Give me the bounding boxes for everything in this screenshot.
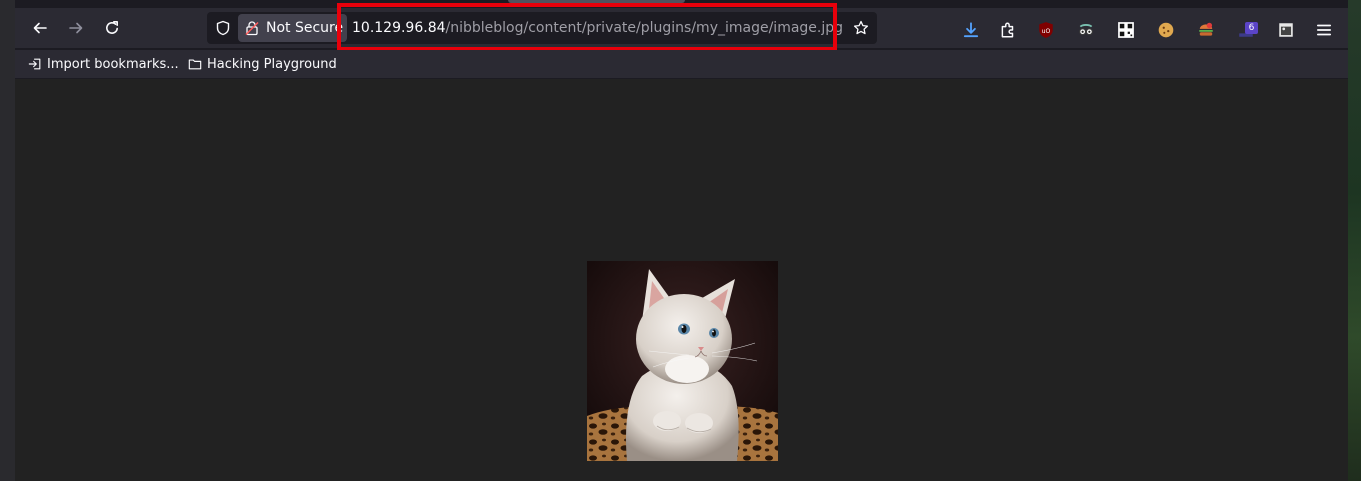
image-extension-button[interactable] [1276, 20, 1296, 40]
cookie-extension-button[interactable] [1156, 20, 1176, 40]
arrow-left-icon [33, 22, 47, 34]
bookmarks-toolbar: Import bookmarks... Hacking Playground [15, 50, 1348, 78]
downloads-button[interactable] [961, 20, 981, 40]
app-menu-button[interactable] [1314, 20, 1334, 40]
arrow-right-icon [69, 22, 83, 34]
connection-security-indicator[interactable]: Not Secure [238, 14, 347, 42]
qr-code-extension-button[interactable] [1116, 20, 1136, 40]
bookmark-hacking-playground[interactable]: Hacking Playground [188, 53, 337, 75]
hamburger-menu-icon [1316, 24, 1332, 36]
tracking-protection-button[interactable] [211, 16, 235, 40]
kitten-image [587, 261, 778, 461]
extensions-button[interactable] [998, 20, 1018, 40]
url-highlight-box [337, 3, 837, 51]
puzzle-icon [1001, 22, 1014, 38]
page-content [15, 79, 1348, 481]
ublock-origin-icon: uO [1039, 22, 1053, 38]
cookie-icon [1158, 22, 1174, 38]
browser-window: Not Secure 10.129.96.84/nibbleblog/conte… [15, 0, 1348, 481]
folder-icon [188, 59, 202, 70]
spy-glasses-extension-button[interactable] [1076, 20, 1096, 40]
bookmark-hacking-playground-label: Hacking Playground [207, 56, 337, 72]
download-icon [963, 22, 979, 38]
security-label: Not Secure [266, 20, 344, 36]
ublock-origin-button[interactable]: uO [1036, 20, 1056, 40]
reload-icon [106, 21, 118, 34]
burger-extension-button[interactable] [1196, 20, 1216, 40]
bookmark-star-button[interactable] [845, 12, 877, 44]
back-button[interactable] [24, 12, 56, 44]
bookmark-import[interactable]: Import bookmarks... [28, 53, 179, 75]
reload-button[interactable] [96, 12, 128, 44]
desktop-left-edge [0, 0, 15, 481]
extension-badge: 6 [1245, 22, 1258, 34]
burger-icon [1199, 22, 1213, 36]
qr-code-icon [1118, 22, 1134, 38]
import-icon [28, 58, 41, 70]
desktop-background-edge [1348, 0, 1361, 481]
svg-text:uO: uO [1042, 28, 1051, 35]
star-icon [853, 20, 869, 35]
insecure-lock-icon [245, 21, 259, 36]
bookmark-import-label: Import bookmarks... [47, 56, 179, 72]
forward-button[interactable] [60, 12, 92, 44]
spy-glasses-icon [1079, 24, 1093, 36]
image-extension-icon [1279, 23, 1293, 37]
shield-icon [216, 20, 230, 36]
